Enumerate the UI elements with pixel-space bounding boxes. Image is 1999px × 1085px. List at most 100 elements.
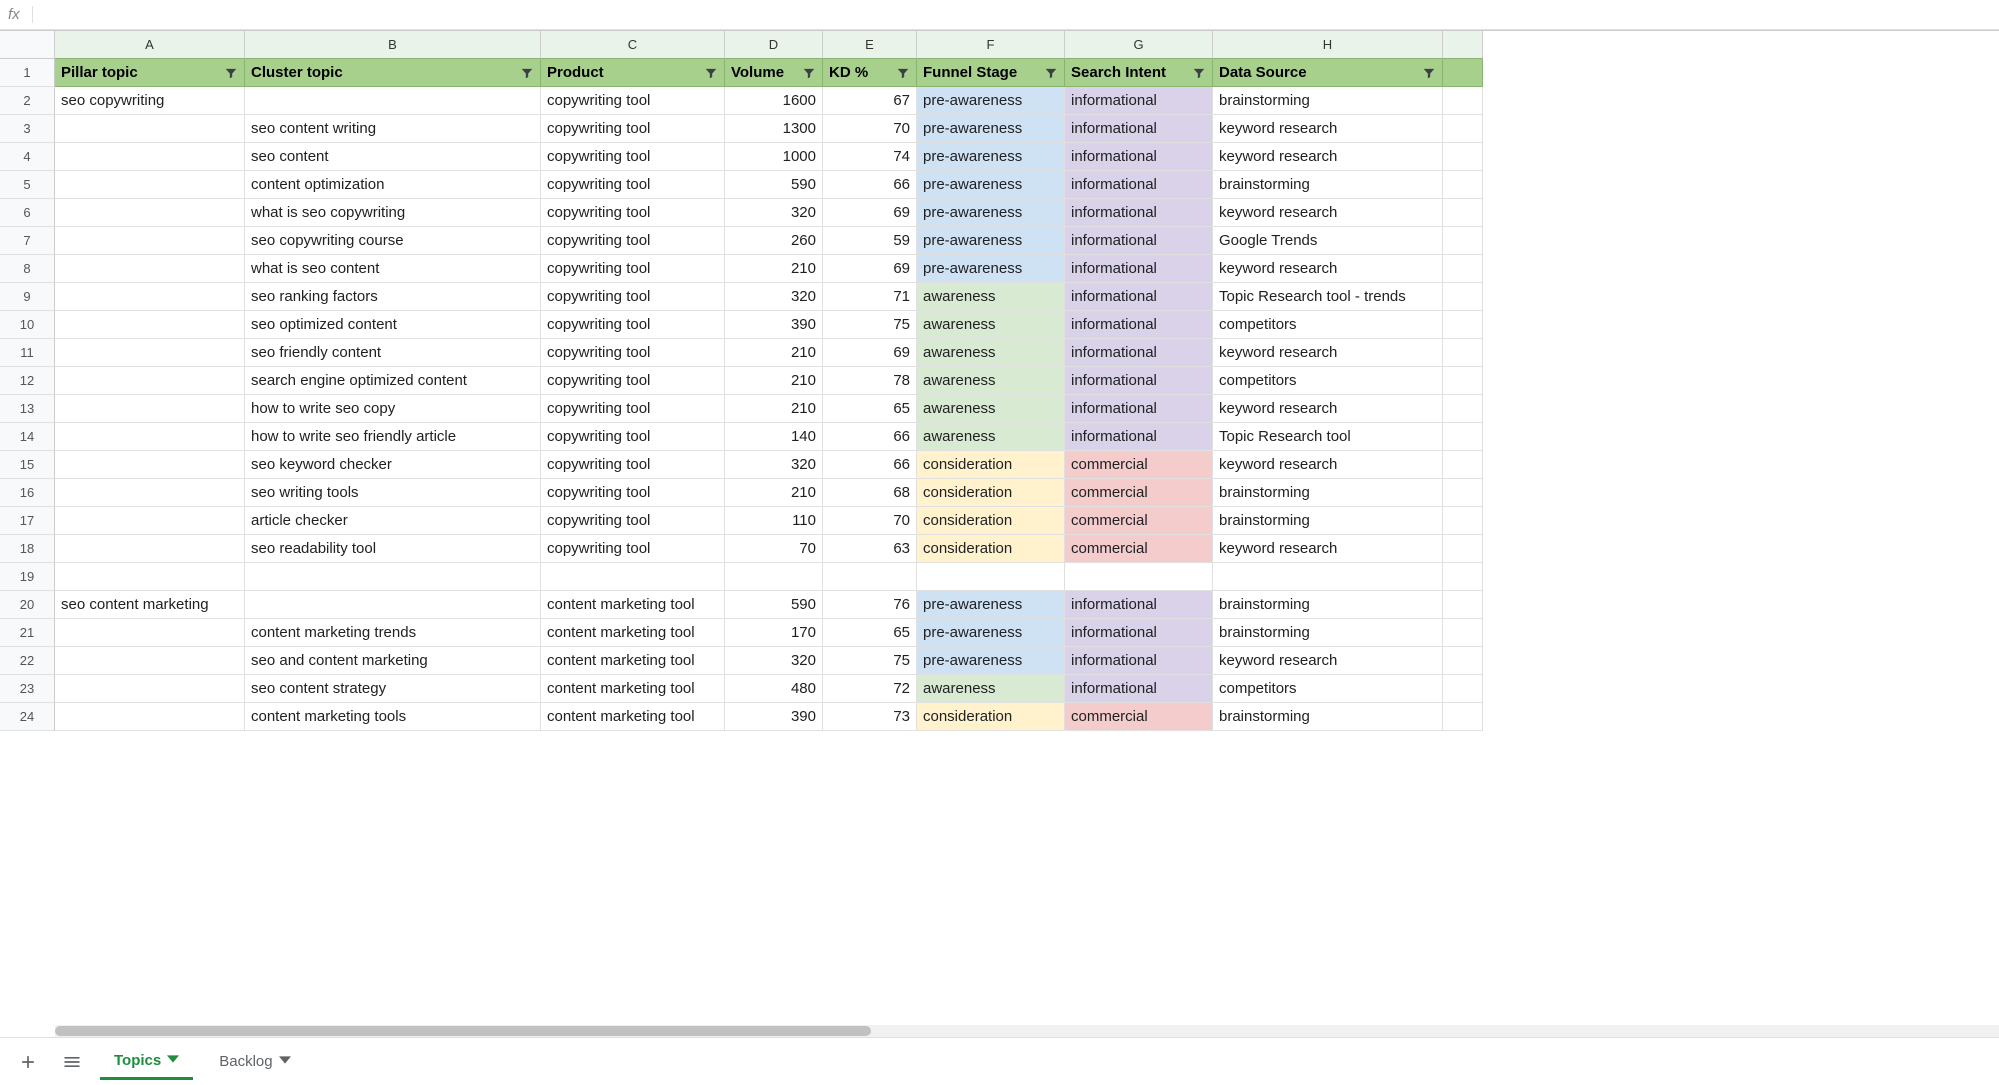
cell-B24[interactable]: content marketing tools: [245, 703, 541, 731]
cell-B10[interactable]: seo optimized content: [245, 311, 541, 339]
cell-F12[interactable]: awareness: [917, 367, 1065, 395]
cell-C20[interactable]: content marketing tool: [541, 591, 725, 619]
cell-C17[interactable]: copywriting tool: [541, 507, 725, 535]
cell-extra[interactable]: [1443, 675, 1483, 703]
cell-F22[interactable]: pre-awareness: [917, 647, 1065, 675]
col-header-E[interactable]: E: [823, 31, 917, 59]
cell-A16[interactable]: [55, 479, 245, 507]
cell-D9[interactable]: 320: [725, 283, 823, 311]
row-header-1[interactable]: 1: [0, 59, 55, 87]
cell-C13[interactable]: copywriting tool: [541, 395, 725, 423]
scrollbar-thumb[interactable]: [55, 1026, 871, 1036]
row-header-11[interactable]: 11: [0, 339, 55, 367]
select-all-cell[interactable]: [0, 31, 55, 59]
row-header-15[interactable]: 15: [0, 451, 55, 479]
row-header-5[interactable]: 5: [0, 171, 55, 199]
cell-C9[interactable]: copywriting tool: [541, 283, 725, 311]
cell-F8[interactable]: pre-awareness: [917, 255, 1065, 283]
cell-A22[interactable]: [55, 647, 245, 675]
cell-A9[interactable]: [55, 283, 245, 311]
cell-E24[interactable]: 73: [823, 703, 917, 731]
cell-E7[interactable]: 59: [823, 227, 917, 255]
cell-H3[interactable]: keyword research: [1213, 115, 1443, 143]
cell-D8[interactable]: 210: [725, 255, 823, 283]
cell-B14[interactable]: how to write seo friendly article: [245, 423, 541, 451]
cell-extra[interactable]: [1443, 395, 1483, 423]
header-cell-D[interactable]: Volume: [725, 59, 823, 87]
cell-G16[interactable]: commercial: [1065, 479, 1213, 507]
cell-G3[interactable]: informational: [1065, 115, 1213, 143]
cell-A4[interactable]: [55, 143, 245, 171]
cell-F5[interactable]: pre-awareness: [917, 171, 1065, 199]
row-header-10[interactable]: 10: [0, 311, 55, 339]
row-header-23[interactable]: 23: [0, 675, 55, 703]
cell-A13[interactable]: [55, 395, 245, 423]
cell-extra[interactable]: [1443, 535, 1483, 563]
cell-A19[interactable]: [55, 563, 245, 591]
cell-G14[interactable]: informational: [1065, 423, 1213, 451]
cell-A14[interactable]: [55, 423, 245, 451]
cell-F15[interactable]: consideration: [917, 451, 1065, 479]
cell-G20[interactable]: informational: [1065, 591, 1213, 619]
cell-B8[interactable]: what is seo content: [245, 255, 541, 283]
col-header-D[interactable]: D: [725, 31, 823, 59]
cell-H4[interactable]: keyword research: [1213, 143, 1443, 171]
cell-C7[interactable]: copywriting tool: [541, 227, 725, 255]
cell-D18[interactable]: 70: [725, 535, 823, 563]
row-header-19[interactable]: 19: [0, 563, 55, 591]
cell-G23[interactable]: informational: [1065, 675, 1213, 703]
row-header-24[interactable]: 24: [0, 703, 55, 731]
cell-D19[interactable]: [725, 563, 823, 591]
cell-F23[interactable]: awareness: [917, 675, 1065, 703]
cell-D24[interactable]: 390: [725, 703, 823, 731]
cell-D14[interactable]: 140: [725, 423, 823, 451]
cell-B15[interactable]: seo keyword checker: [245, 451, 541, 479]
cell-B23[interactable]: seo content strategy: [245, 675, 541, 703]
filter-icon[interactable]: [896, 66, 910, 80]
cell-G21[interactable]: informational: [1065, 619, 1213, 647]
cell-C18[interactable]: copywriting tool: [541, 535, 725, 563]
cell-G5[interactable]: informational: [1065, 171, 1213, 199]
cell-G24[interactable]: commercial: [1065, 703, 1213, 731]
cell-H6[interactable]: keyword research: [1213, 199, 1443, 227]
cell-extra[interactable]: [1443, 143, 1483, 171]
cell-D5[interactable]: 590: [725, 171, 823, 199]
cell-E4[interactable]: 74: [823, 143, 917, 171]
cell-F13[interactable]: awareness: [917, 395, 1065, 423]
cell-D10[interactable]: 390: [725, 311, 823, 339]
cell-H21[interactable]: brainstorming: [1213, 619, 1443, 647]
col-header-C[interactable]: C: [541, 31, 725, 59]
cell-D3[interactable]: 1300: [725, 115, 823, 143]
cell-G15[interactable]: commercial: [1065, 451, 1213, 479]
cell-E18[interactable]: 63: [823, 535, 917, 563]
cell-H20[interactable]: brainstorming: [1213, 591, 1443, 619]
cell-extra[interactable]: [1443, 87, 1483, 115]
cell-B13[interactable]: how to write seo copy: [245, 395, 541, 423]
header-cell-C[interactable]: Product: [541, 59, 725, 87]
cell-H8[interactable]: keyword research: [1213, 255, 1443, 283]
filter-icon[interactable]: [704, 66, 718, 80]
cell-extra[interactable]: [1443, 479, 1483, 507]
formula-input[interactable]: [41, 7, 1991, 23]
tab-backlog[interactable]: Backlog: [205, 1045, 304, 1078]
cell-H17[interactable]: brainstorming: [1213, 507, 1443, 535]
row-header-3[interactable]: 3: [0, 115, 55, 143]
cell-extra[interactable]: [1443, 619, 1483, 647]
cell-A20[interactable]: seo content marketing: [55, 591, 245, 619]
header-cell-H[interactable]: Data Source: [1213, 59, 1443, 87]
cell-E13[interactable]: 65: [823, 395, 917, 423]
cell-G9[interactable]: informational: [1065, 283, 1213, 311]
cell-D6[interactable]: 320: [725, 199, 823, 227]
cell-G22[interactable]: informational: [1065, 647, 1213, 675]
cell-D2[interactable]: 1600: [725, 87, 823, 115]
cell-D11[interactable]: 210: [725, 339, 823, 367]
row-header-4[interactable]: 4: [0, 143, 55, 171]
cell-H22[interactable]: keyword research: [1213, 647, 1443, 675]
cell-E21[interactable]: 65: [823, 619, 917, 647]
cell-F21[interactable]: pre-awareness: [917, 619, 1065, 647]
cell-D16[interactable]: 210: [725, 479, 823, 507]
filter-icon[interactable]: [802, 66, 816, 80]
cell-F2[interactable]: pre-awareness: [917, 87, 1065, 115]
cell-A6[interactable]: [55, 199, 245, 227]
cell-C14[interactable]: copywriting tool: [541, 423, 725, 451]
